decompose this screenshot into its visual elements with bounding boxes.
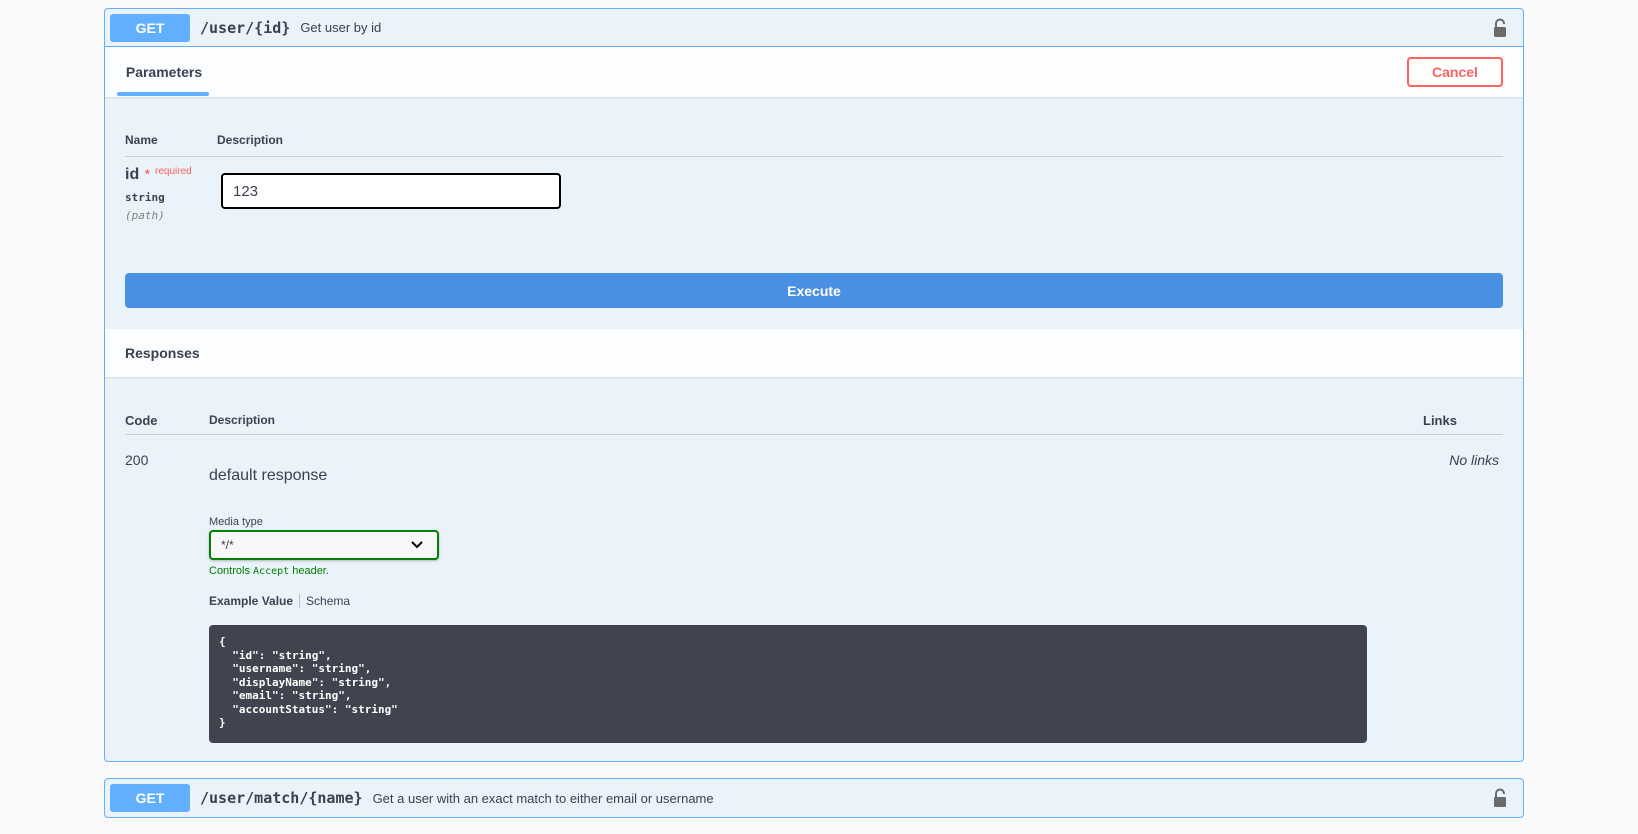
- endpoint-summary: Get a user with an exact match to either…: [372, 790, 714, 806]
- tab-schema[interactable]: Schema: [300, 594, 350, 608]
- response-column-description: Description: [209, 413, 276, 427]
- controls-suffix: header.: [292, 565, 329, 577]
- lock-icon[interactable]: [1493, 788, 1507, 808]
- endpoint-path: /user/match/{name}: [200, 789, 363, 807]
- responses-header: Responses: [105, 329, 1523, 377]
- response-header-divider: [125, 434, 1503, 435]
- opblock-summary[interactable]: GET /user/match/{name} Get a user with a…: [105, 779, 1523, 817]
- controls-prefix: Controls: [209, 565, 250, 577]
- lock-icon[interactable]: [1493, 18, 1507, 38]
- required-star: *: [145, 167, 150, 181]
- execute-button[interactable]: Execute: [125, 273, 1503, 308]
- media-type-label: Media type: [209, 516, 263, 528]
- response-column-links: Links: [1423, 413, 1457, 428]
- response-links: No links: [1449, 452, 1499, 468]
- param-column-description: Description: [217, 133, 284, 147]
- chevron-down-icon: [411, 541, 423, 549]
- method-badge: GET: [110, 784, 190, 812]
- responses-title: Responses: [125, 345, 200, 361]
- media-type-select[interactable]: */*: [209, 530, 439, 560]
- param-column-name: Name: [125, 133, 158, 147]
- opblock-get-user-match: GET /user/match/{name} Get a user with a…: [104, 778, 1524, 818]
- response-description: default response: [209, 467, 328, 484]
- example-tabs: Example Value Schema: [209, 594, 350, 608]
- controls-code: Accept: [253, 566, 290, 577]
- media-type-value: */*: [221, 538, 234, 552]
- endpoint-path: /user/{id}: [200, 18, 291, 37]
- tab-parameters[interactable]: Parameters: [118, 47, 210, 97]
- required-label: required: [155, 166, 192, 177]
- tab-active-indicator: [117, 92, 209, 96]
- response-code: 200: [125, 452, 149, 468]
- parameters-header: Parameters Cancel: [105, 47, 1523, 97]
- opblock-get-user-by-id: GET /user/{id} Get user by id Parameters…: [104, 8, 1524, 762]
- id-input[interactable]: [221, 173, 561, 209]
- cancel-button[interactable]: Cancel: [1407, 57, 1503, 87]
- param-header-divider: [125, 156, 1503, 157]
- param-name: id: [125, 166, 140, 183]
- endpoint-summary: Get user by id: [300, 20, 382, 35]
- opblock-summary[interactable]: GET /user/{id} Get user by id: [105, 9, 1523, 47]
- method-badge: GET: [110, 13, 190, 42]
- response-column-code: Code: [125, 413, 158, 428]
- example-value-code: { "id": "string", "username": "string", …: [209, 625, 1367, 743]
- tab-example-value[interactable]: Example Value: [209, 594, 299, 608]
- controls-accept-note: Controls Accept header.: [209, 565, 329, 577]
- param-location: (path): [125, 209, 165, 222]
- param-type: string: [125, 191, 165, 204]
